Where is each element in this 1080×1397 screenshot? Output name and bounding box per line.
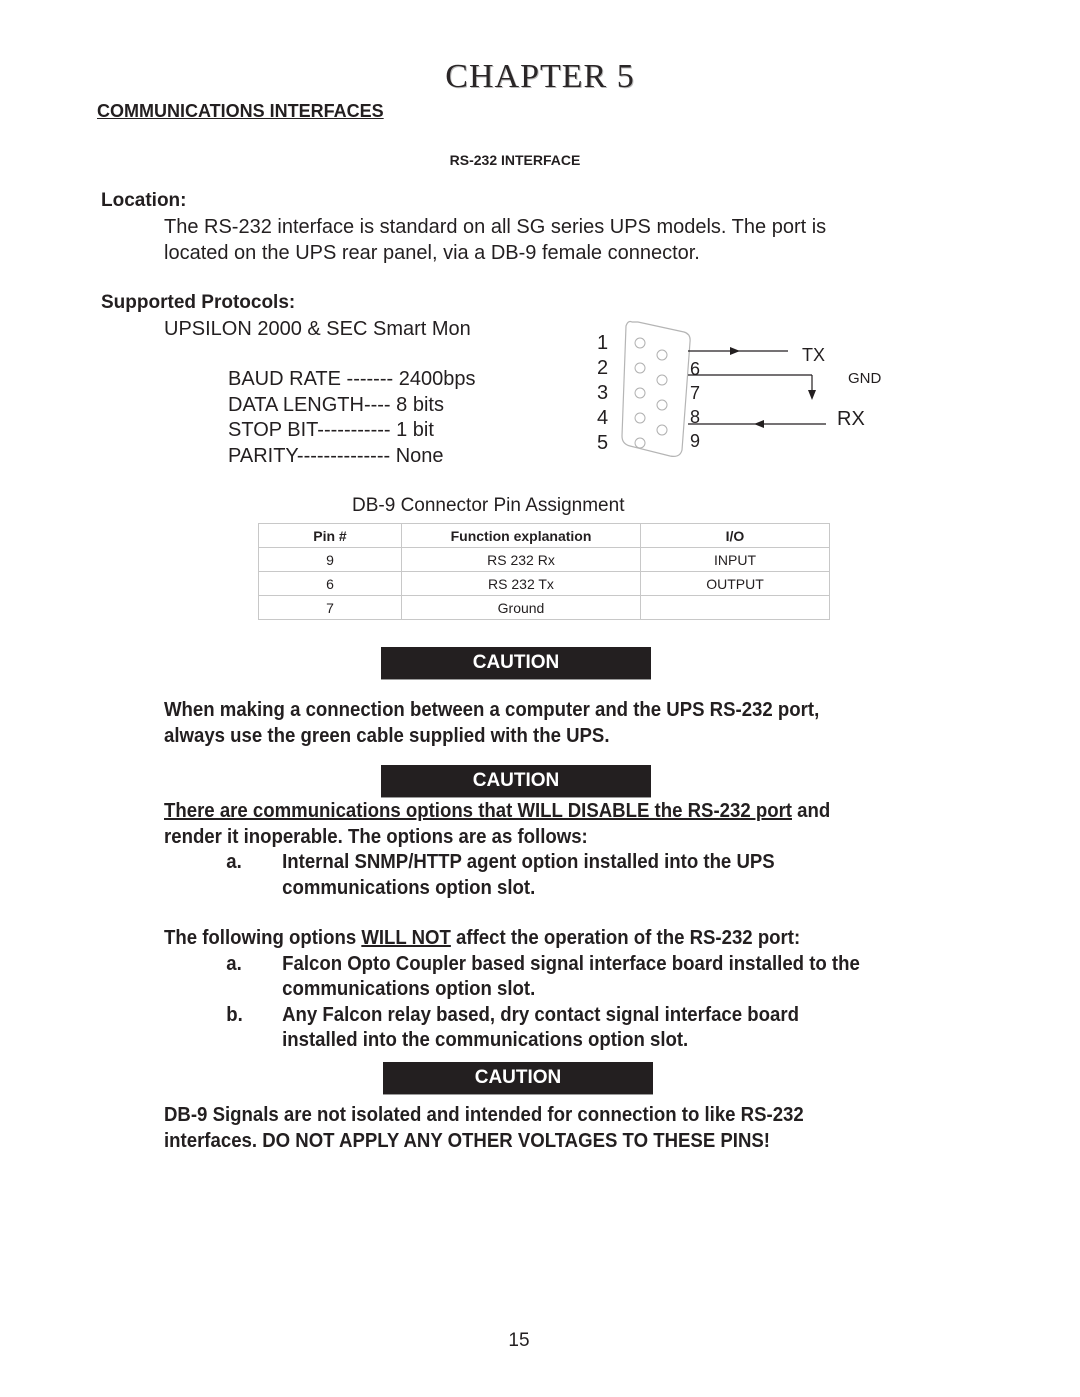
param-parity: PARITY-------------- None [228, 444, 444, 467]
section-heading: COMMUNICATIONS INTERFACES [97, 101, 384, 121]
column-header: Pin # [258, 523, 402, 548]
pin-assignment-table: Pin # Function explanation I/O 9 RS 232 … [258, 523, 830, 620]
location-line: The RS-232 interface is standard on all … [164, 216, 827, 238]
protocols-heading: Supported Protocols: [101, 292, 296, 313]
subsection-heading: RS-232 INTERFACE [449, 152, 581, 168]
tx-label: TX [802, 345, 826, 365]
column-header: Function explanation [401, 523, 641, 548]
rx-arrow-icon [754, 420, 764, 428]
caution-banner: CAUTION [381, 765, 651, 797]
param-baud-rate: BAUD RATE ------- 2400bps [228, 368, 476, 390]
left-pin-numbers: 1 2 3 4 5 [597, 332, 609, 454]
protocol-name: UPSILON 2000 & SEC Smart Mon [164, 318, 471, 340]
function-cell: RS 232 Rx [401, 547, 641, 572]
caution-banner: CAUTION [381, 647, 651, 679]
diagram-caption: DB-9 Connector Pin Assignment [352, 495, 625, 516]
param-data-length: DATA LENGTH---- 8 bits [228, 393, 444, 416]
caution-banner: CAUTION [383, 1062, 653, 1094]
safe-option-item: b. Any Falcon relay based, dry contact s… [226, 1003, 799, 1052]
gnd-arrow-icon [808, 390, 816, 400]
gnd-label: GND [848, 370, 882, 387]
function-cell: Ground [401, 595, 641, 620]
pin-cell: 7 [258, 595, 402, 620]
param-stop-bit: STOP BIT----------- 1 bit [228, 419, 434, 441]
table-header-row: Pin # Function explanation I/O [258, 523, 830, 548]
chapter-title: CHAPTER 5 [445, 58, 635, 95]
page-number: 15 [508, 1330, 530, 1351]
location-heading: Location: [101, 190, 187, 211]
location-paragraph: The RS-232 interface is standard on all … [164, 214, 826, 266]
disable-option-item: a. Internal SNMP/HTTP agent option insta… [226, 851, 775, 899]
io-cell: INPUT [640, 547, 830, 572]
right-pin-numbers: 6 7 8 9 [690, 359, 701, 451]
column-header: I/O [640, 523, 830, 548]
table-row: 7 Ground [258, 595, 830, 620]
io-cell [640, 595, 830, 620]
location-line: located on the UPS rear panel, via a DB-… [164, 242, 700, 264]
pin-cell: 6 [258, 571, 402, 596]
table-row: 9 RS 232 Rx INPUT [258, 547, 830, 572]
pin-holes-right [656, 349, 668, 436]
caution-cable-text: When making a connection between a compu… [164, 699, 820, 747]
will-not-emphasis: WILL NOT [361, 927, 451, 949]
caution-options-text: There are communications options that WI… [164, 799, 860, 1054]
rx-label: RX [837, 408, 865, 430]
pin-cell: 9 [258, 547, 402, 572]
function-cell: RS 232 Tx [401, 571, 641, 596]
io-cell: OUTPUT [640, 571, 830, 596]
caution-voltage-text: DB-9 Signals are not isolated and intend… [164, 1104, 804, 1152]
db9-connector-diagram [621, 320, 826, 457]
safe-option-item: a. Falcon Opto Coupler based signal inte… [226, 952, 860, 1001]
serial-parameters: BAUD RATE ------- 2400bps DATA LENGTH---… [228, 367, 475, 469]
table-row: 6 RS 232 Tx OUTPUT [258, 571, 830, 596]
disable-warning: There are communications options that WI… [164, 800, 792, 822]
tx-arrow-icon [730, 347, 740, 355]
pin-holes-left [634, 337, 646, 449]
db9-connector-outline [621, 320, 691, 457]
